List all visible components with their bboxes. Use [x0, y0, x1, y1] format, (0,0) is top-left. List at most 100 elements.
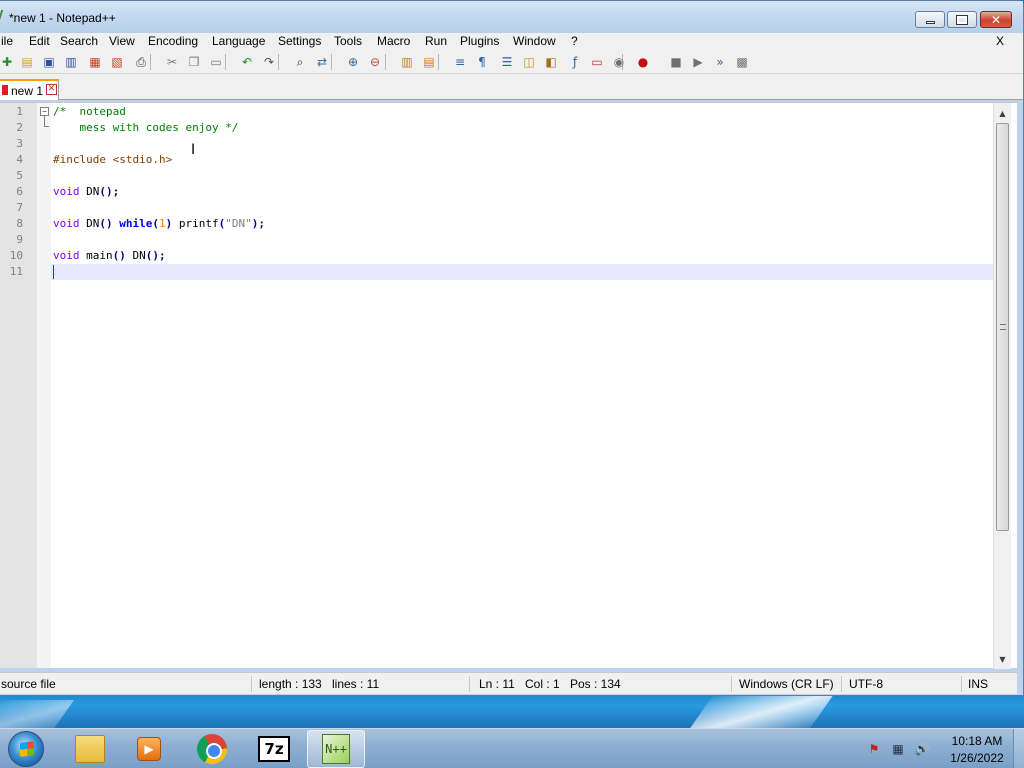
scroll-down-icon[interactable]: ▼: [994, 651, 1011, 668]
code-token: ();: [145, 249, 166, 262]
menu-macro[interactable]: Macro: [377, 34, 410, 48]
new-icon[interactable]: ✚: [0, 54, 15, 70]
scroll-up-icon[interactable]: ▲: [994, 105, 1011, 122]
show-all-chars-icon[interactable]: ¶: [474, 54, 490, 70]
code-token: void: [53, 249, 80, 262]
file-explorer-icon: [75, 735, 105, 763]
maximize-button[interactable]: [947, 11, 977, 28]
sync-v-icon[interactable]: ▥: [399, 54, 415, 70]
toolbar: ✚ ▤ ▣ ▥ ▦ ▧ ⎙ ✂ ❐ ▭ ↶ ↷ ⌕ ⇄ ⊕ ⊖ ▥ ▤ ≡ ¶ ☰ ◫ ◧ ƒ ▭ ◉ ● ■ ▶» ▩: [0, 50, 1023, 74]
code-line[interactable]: /* notepad: [53, 104, 126, 120]
network-icon[interactable]: ▦: [890, 741, 906, 757]
menu-edit[interactable]: Edit: [29, 34, 50, 48]
replace-icon[interactable]: ⇄: [314, 54, 330, 70]
line-number: 3: [16, 137, 23, 150]
code-token: printf: [178, 217, 219, 230]
action-center-flag-icon[interactable]: ⚑: [866, 741, 882, 757]
taskbar-notepadpp[interactable]: N++: [307, 730, 365, 768]
menu-window[interactable]: Window: [513, 34, 556, 48]
fold-line: [44, 116, 45, 126]
code-line[interactable]: void main() DN();: [53, 248, 166, 264]
function-list-icon[interactable]: ƒ: [567, 54, 583, 70]
menu-run[interactable]: Run: [425, 34, 447, 48]
close-all-icon[interactable]: ▧: [109, 54, 125, 70]
monitoring-icon[interactable]: ◉: [611, 54, 627, 70]
save-all-icon[interactable]: ▥: [63, 54, 79, 70]
line-number: 9: [16, 233, 23, 246]
udl-icon[interactable]: ◫: [521, 54, 537, 70]
tab-close-icon[interactable]: ✕: [46, 84, 57, 95]
undo-icon[interactable]: ↶: [239, 54, 255, 70]
menu-help[interactable]: ?: [571, 34, 578, 48]
unsaved-file-icon: [2, 85, 8, 95]
editor-area[interactable]: − /* notepad mess with codes enjoy */ #in…: [0, 102, 1017, 669]
media-player-icon: ▶: [137, 737, 161, 761]
menu-encoding[interactable]: Encoding: [148, 34, 198, 48]
menu-search[interactable]: Search: [60, 34, 98, 48]
taskbar-7zip[interactable]: 7z: [245, 730, 303, 768]
fold-margin[interactable]: [37, 103, 51, 668]
close-window-button[interactable]: ✕: [980, 11, 1012, 28]
code-line[interactable]: void DN() while(1) printf("DN");: [53, 216, 265, 232]
7zip-icon: 7z: [258, 736, 290, 762]
status-encoding[interactable]: UTF-8: [849, 677, 883, 691]
vertical-scrollbar[interactable]: ▲ ▼: [993, 103, 1011, 669]
indent-guide-icon[interactable]: ☰: [499, 54, 515, 70]
taskbar-file-explorer[interactable]: [61, 730, 119, 768]
menu-ile[interactable]: ile: [1, 34, 13, 48]
volume-icon[interactable]: 🔊: [914, 741, 930, 757]
code-token: while: [119, 217, 153, 230]
menu-language[interactable]: Language: [212, 34, 265, 48]
code-token: mess with codes enjoy */: [53, 121, 239, 134]
doc-map-icon[interactable]: ◧: [543, 54, 559, 70]
code-token: DN: [79, 185, 100, 198]
start-button[interactable]: [8, 731, 44, 767]
cut-icon[interactable]: ✂: [164, 54, 180, 70]
code-token: /* notepad: [53, 105, 126, 118]
close-icon[interactable]: ▦: [87, 54, 103, 70]
line-number: 10: [9, 249, 23, 262]
play-macro-icon[interactable]: ▶: [690, 54, 706, 70]
status-insert-mode[interactable]: INS: [968, 677, 988, 691]
code-line[interactable]: mess with codes enjoy */: [53, 120, 238, 136]
menu-view[interactable]: View: [109, 34, 135, 48]
record-macro-icon[interactable]: ●: [635, 54, 651, 70]
close-document-button[interactable]: X: [996, 34, 1004, 48]
stop-macro-icon[interactable]: ■: [668, 54, 684, 70]
word-wrap-icon[interactable]: ≡: [452, 54, 468, 70]
code-token: (): [99, 217, 120, 230]
save-icon[interactable]: ▣: [41, 54, 57, 70]
code-token: 1: [159, 217, 166, 230]
clock-time[interactable]: 10:18 AM: [942, 734, 1012, 748]
folder-workspace-icon[interactable]: ▭: [589, 54, 605, 70]
open-icon[interactable]: ▤: [19, 54, 35, 70]
code-line[interactable]: void DN();: [53, 184, 119, 200]
status-eol[interactable]: Windows (CR LF): [739, 677, 834, 691]
sync-h-icon[interactable]: ▤: [421, 54, 437, 70]
redo-icon[interactable]: ↷: [261, 54, 277, 70]
tab-new-1[interactable]: new 1 ✕: [0, 79, 59, 100]
windows-logo-icon: [20, 741, 34, 757]
copy-icon[interactable]: ❐: [186, 54, 202, 70]
run-macro-multiple-icon[interactable]: »: [712, 54, 728, 70]
title-bar[interactable]: *new 1 - Notepad++ ✕: [0, 1, 1023, 33]
taskbar-media-player[interactable]: ▶: [120, 730, 178, 768]
fold-toggle-icon[interactable]: −: [40, 107, 49, 116]
show-desktop-button[interactable]: [1013, 729, 1024, 768]
save-macro-icon[interactable]: ▩: [734, 54, 750, 70]
menu-plugins[interactable]: Plugins: [460, 34, 499, 48]
minimize-button[interactable]: [915, 11, 945, 28]
clock-date[interactable]: 1/26/2022: [942, 751, 1012, 765]
paste-icon[interactable]: ▭: [208, 54, 224, 70]
menu-tools[interactable]: Tools: [334, 34, 362, 48]
code-line[interactable]: #include <stdio.h>: [53, 152, 172, 168]
zoom-in-icon[interactable]: ⊕: [345, 54, 361, 70]
find-icon[interactable]: ⌕: [292, 54, 308, 70]
status-length: length : 133: [259, 677, 322, 691]
menu-settings[interactable]: Settings: [278, 34, 321, 48]
tab-bar: new 1 ✕: [0, 74, 1023, 100]
print-icon[interactable]: ⎙: [133, 54, 149, 70]
scrollbar-thumb[interactable]: [996, 123, 1009, 531]
taskbar-chrome[interactable]: [183, 730, 241, 768]
zoom-out-icon[interactable]: ⊖: [367, 54, 383, 70]
